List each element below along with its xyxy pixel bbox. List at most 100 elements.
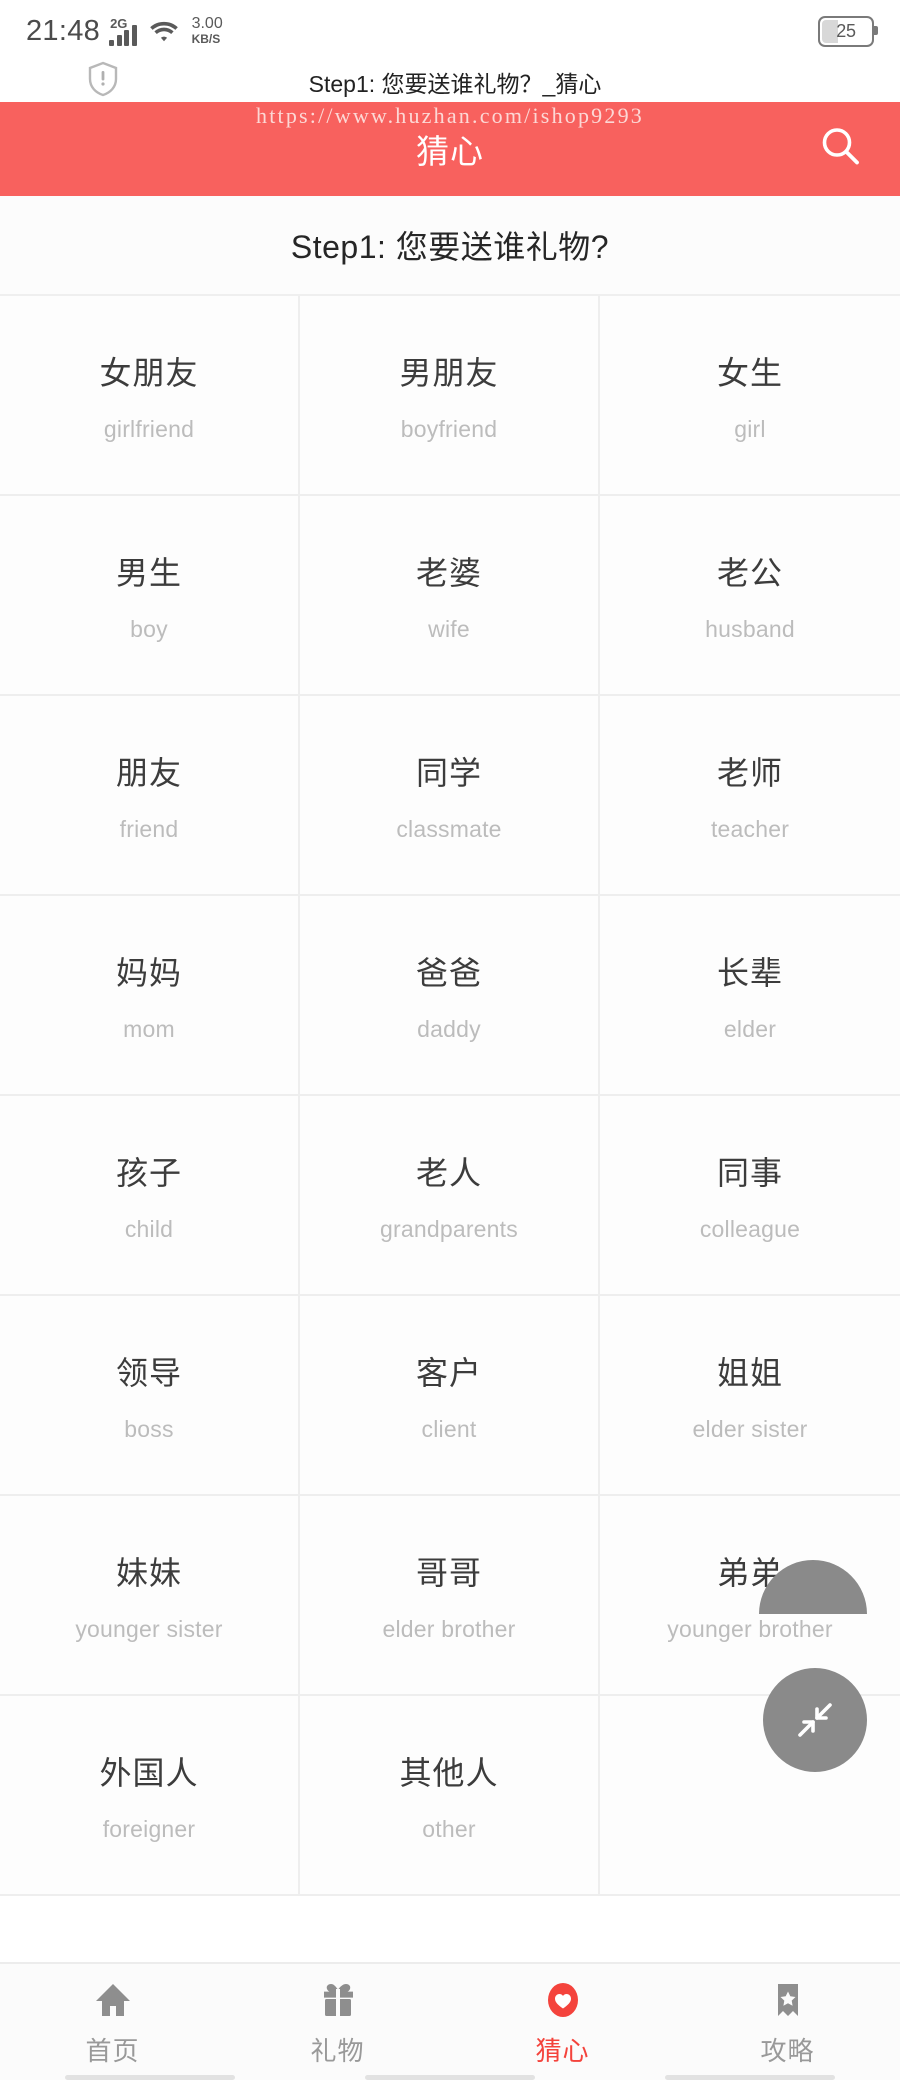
recipient-label-en: girl (734, 415, 766, 442)
search-icon[interactable] (818, 124, 864, 175)
recipient-label-en: mom (123, 1015, 175, 1042)
recipient-cell[interactable]: 领导 boss (0, 1296, 300, 1496)
nav-label: 攻略 (760, 2036, 815, 2066)
recipient-label-en: friend (119, 815, 179, 842)
shield-warning-icon (86, 60, 120, 103)
recipient-label-en: client (421, 1415, 477, 1442)
recipient-label-cn: 老人 (415, 1154, 482, 1191)
recipient-cell[interactable]: 其他人 other (300, 1696, 600, 1896)
recipient-label-cn: 男朋友 (399, 354, 499, 391)
recipient-cell[interactable]: 女朋友 girlfriend (0, 296, 300, 496)
recipient-cell[interactable]: 客户 client (300, 1296, 600, 1496)
recipient-label-en: boyfriend (400, 415, 498, 442)
recipient-label-en: boy (130, 615, 168, 642)
bookmark-star-icon (767, 1978, 809, 2022)
recipient-label-en: classmate (396, 815, 502, 842)
recipient-label-en: daddy (417, 1015, 481, 1042)
gesture-segment (365, 2074, 535, 2080)
battery-level: 25 (836, 20, 856, 41)
network-speed: 3.00 KB/S (191, 15, 223, 45)
recipient-label-cn: 老婆 (415, 554, 482, 591)
nav-label: 猜心 (535, 2036, 590, 2066)
nav-item-礼物[interactable]: 礼物 (225, 1978, 450, 2068)
recipient-cell[interactable]: 朋友 friend (0, 696, 300, 896)
nav-item-猜心[interactable]: 猜心 (450, 1978, 675, 2068)
bottom-navigation: 首页 礼物 猜心 攻略 (0, 1962, 900, 2080)
recipient-cell[interactable]: 男生 boy (0, 496, 300, 696)
network-speed-value: 3.00 (191, 15, 223, 33)
recipient-cell[interactable]: 爸爸 daddy (300, 896, 600, 1096)
recipient-cell[interactable]: 老婆 wife (300, 496, 600, 696)
page-title-section: Step1: 您要送谁礼物? (0, 196, 900, 294)
recipient-cell[interactable]: 哥哥 elder brother (300, 1496, 600, 1696)
gesture-indicator-bar (0, 2074, 900, 2080)
recipient-cell[interactable]: 老公 husband (600, 496, 900, 696)
recipient-label-en: colleague (699, 1215, 801, 1242)
recipient-cell[interactable]: 老人 grandparents (300, 1096, 600, 1296)
nav-label: 礼物 (310, 2036, 365, 2066)
recipient-cell[interactable]: 长辈 elder (600, 896, 900, 1096)
recipient-label-en: teacher (710, 815, 790, 842)
home-icon (92, 1978, 134, 2022)
recipient-cell[interactable]: 同事 colleague (600, 1096, 900, 1296)
recipient-label-en: younger sister (75, 1615, 223, 1642)
recipient-label-cn: 姐姐 (716, 1354, 783, 1391)
status-time: 21:48 (26, 14, 101, 47)
recipient-label-cn: 同事 (716, 1154, 783, 1191)
recipient-label-en: foreigner (102, 1815, 196, 1842)
recipient-label-cn: 同学 (415, 754, 482, 791)
browser-title-bar: Step1: 您要送谁礼物？_猜心 (0, 60, 900, 103)
recipient-label-en: boss (124, 1415, 174, 1442)
recipient-label-cn: 哥哥 (415, 1554, 482, 1591)
heart-icon (542, 1978, 584, 2022)
recipient-cell[interactable]: 外国人 foreigner (0, 1696, 300, 1896)
collapse-arrows-icon[interactable] (763, 1668, 867, 1772)
recipient-label-en: elder sister (692, 1415, 808, 1442)
status-bar: 21:48 2G 3.00 KB/S 25 (0, 0, 900, 62)
recipient-label-cn: 朋友 (115, 754, 182, 791)
recipient-label-cn: 女生 (716, 354, 783, 391)
recipient-label-en: girlfriend (103, 415, 195, 442)
app-title: 猜心 (416, 133, 484, 170)
wifi-icon (149, 18, 179, 44)
recipient-label-cn: 老师 (716, 754, 783, 791)
app-header: https://www.huzhan.com/ishop9293 猜心 (0, 102, 900, 196)
recipient-cell[interactable]: 男朋友 boyfriend (300, 296, 600, 496)
recipient-label-cn: 男生 (115, 554, 182, 591)
recipient-label-cn: 妹妹 (115, 1554, 182, 1591)
page-title: Step1: 您要送谁礼物? (290, 229, 610, 265)
gesture-segment (665, 2074, 835, 2080)
recipient-label-en: other (422, 1815, 476, 1842)
recipient-label-en: husband (705, 615, 795, 642)
recipient-label-en: grandparents (380, 1215, 518, 1242)
recipient-label-en: younger brother (667, 1615, 833, 1642)
gift-icon (317, 1978, 359, 2022)
gesture-segment (65, 2074, 235, 2080)
signal-bars-icon: 2G (109, 16, 137, 46)
recipient-label-cn: 其他人 (399, 1754, 499, 1791)
recipient-label-cn: 孩子 (115, 1154, 182, 1191)
recipient-label-cn: 女朋友 (99, 354, 199, 391)
recipient-cell[interactable]: 孩子 child (0, 1096, 300, 1296)
recipient-label-en: elder (723, 1015, 777, 1042)
recipient-label-cn: 爸爸 (415, 954, 482, 991)
nav-item-首页[interactable]: 首页 (0, 1978, 225, 2068)
recipient-cell[interactable]: 妹妹 younger sister (0, 1496, 300, 1696)
recipient-cell[interactable]: 老师 teacher (600, 696, 900, 896)
status-bar-left: 21:48 2G 3.00 KB/S (26, 15, 223, 48)
nav-label: 首页 (85, 2036, 140, 2066)
battery-icon: 25 (818, 15, 878, 47)
recipient-cell[interactable]: 女生 girl (600, 296, 900, 496)
recipient-cell[interactable]: 同学 classmate (300, 696, 600, 896)
recipient-label-cn: 客户 (415, 1354, 482, 1391)
recipient-label-cn: 外国人 (99, 1754, 199, 1791)
recipient-cell[interactable]: 姐姐 elder sister (600, 1296, 900, 1496)
recipient-label-cn: 老公 (716, 554, 783, 591)
recipient-label-en: child (124, 1215, 174, 1242)
recipient-grid: 女朋友 girlfriend 男朋友 boyfriend 女生 girl 男生 boy 老婆 wi… (0, 294, 900, 1896)
recipient-cell[interactable]: 妈妈 mom (0, 896, 300, 1096)
recipient-label-cn: 妈妈 (115, 954, 182, 991)
nav-item-攻略[interactable]: 攻略 (675, 1978, 900, 2068)
recipient-label-cn: 领导 (115, 1354, 182, 1391)
recipient-label-cn: 长辈 (716, 954, 783, 991)
